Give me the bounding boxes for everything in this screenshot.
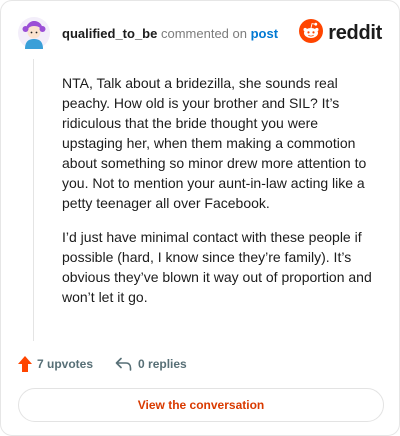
upvote-count: 7 upvotes bbox=[37, 357, 94, 371]
post-link[interactable]: post bbox=[251, 26, 278, 41]
reddit-logo[interactable]: reddit bbox=[299, 18, 382, 48]
embedded-comment-card: qualified_to_be commented on post reddit… bbox=[0, 0, 400, 436]
comment-actions: 7 upvotes 0 replies bbox=[18, 354, 187, 374]
comment-header: qualified_to_be commented on post bbox=[62, 26, 278, 42]
comment-paragraph: NTA, Talk about a bridezilla, she sounds… bbox=[62, 75, 367, 211]
comment-paragraph: I’d just have minimal contact with these… bbox=[62, 229, 372, 305]
avatar-icon[interactable] bbox=[18, 17, 50, 49]
reddit-wordmark: reddit bbox=[328, 21, 382, 44]
replies-button[interactable]: 0 replies bbox=[115, 357, 187, 371]
username-link[interactable]: qualified_to_be bbox=[62, 26, 157, 41]
upvote-arrow-icon bbox=[18, 356, 32, 372]
reply-arrow-icon bbox=[115, 357, 132, 371]
reddit-snoo-icon bbox=[299, 18, 324, 48]
reply-count: 0 replies bbox=[138, 357, 187, 371]
comment-body: NTA, Talk about a bridezilla, she sounds… bbox=[62, 73, 374, 321]
commented-on-text: commented on bbox=[160, 26, 247, 41]
upvote-button[interactable]: 7 upvotes bbox=[18, 356, 93, 372]
thread-line bbox=[33, 59, 34, 341]
view-conversation-button[interactable]: View the conversation bbox=[18, 388, 384, 422]
